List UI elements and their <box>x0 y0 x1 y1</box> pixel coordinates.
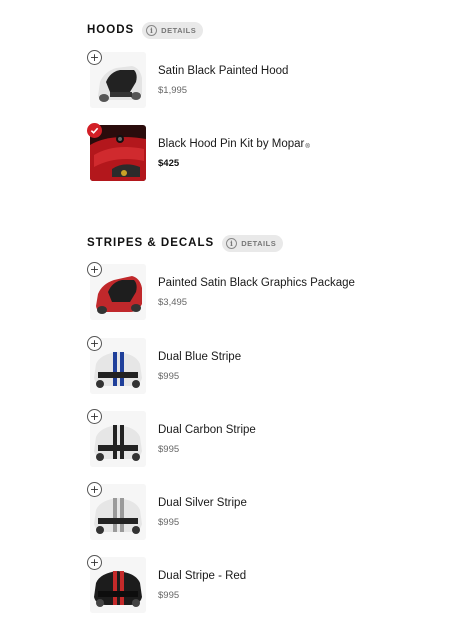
option-black-hood-pin-kit[interactable]: Black Hood Pin Kit by Mopar® $425 <box>87 123 447 181</box>
stripes-section-header: STRIPES & DECALS i DETAILS <box>87 233 284 253</box>
item-price: $3,495 <box>158 297 188 308</box>
option-dual-carbon-stripe[interactable]: + Dual Carbon Stripe $995 <box>87 409 447 467</box>
option-painted-satin-black-graphics[interactable]: + Painted Satin Black Graphics Package $… <box>87 262 447 320</box>
item-name: Painted Satin Black Graphics Package <box>158 277 355 289</box>
stripes-details-label: DETAILS <box>241 238 277 248</box>
option-dual-blue-stripe[interactable]: + Dual Blue Stripe $995 <box>87 336 447 394</box>
add-icon[interactable]: + <box>87 50 102 65</box>
item-name: Dual Stripe - Red <box>158 570 247 582</box>
item-price: $995 <box>158 590 180 601</box>
item-name: Black Hood Pin Kit by Mopar® <box>158 138 310 150</box>
hoods-section-header: HOODS i DETAILS <box>87 20 204 40</box>
item-name: Satin Black Painted Hood <box>158 65 289 77</box>
add-icon[interactable]: + <box>87 262 102 277</box>
registered-mark: ® <box>305 144 310 150</box>
option-satin-black-painted-hood[interactable]: + Satin Black Painted Hood $1,995 <box>87 50 447 108</box>
item-price: $425 <box>158 158 180 169</box>
item-price: $995 <box>158 517 180 528</box>
item-name: Dual Silver Stripe <box>158 497 247 509</box>
item-name: Dual Blue Stripe <box>158 351 242 363</box>
stripes-details-button[interactable]: i DETAILS <box>222 234 284 252</box>
option-dual-stripe-red[interactable]: + Dual Stripe - Red $995 <box>87 555 447 613</box>
add-icon[interactable]: + <box>87 555 102 570</box>
add-icon[interactable]: + <box>87 336 102 351</box>
item-price: $1,995 <box>158 85 188 96</box>
info-icon: i <box>146 24 158 36</box>
item-price: $995 <box>158 444 180 455</box>
stripes-title: STRIPES & DECALS <box>87 237 215 249</box>
info-icon: i <box>226 237 238 249</box>
hoods-details-button[interactable]: i DETAILS <box>142 21 204 39</box>
selected-check-icon[interactable] <box>87 123 102 138</box>
add-icon[interactable]: + <box>87 409 102 424</box>
hoods-details-label: DETAILS <box>161 25 197 35</box>
option-dual-silver-stripe[interactable]: + Dual Silver Stripe $995 <box>87 482 447 540</box>
item-name-text: Black Hood Pin Kit by Mopar <box>158 138 305 150</box>
hoods-title: HOODS <box>87 24 135 36</box>
item-price: $995 <box>158 371 180 382</box>
add-icon[interactable]: + <box>87 482 102 497</box>
item-name: Dual Carbon Stripe <box>158 424 256 436</box>
